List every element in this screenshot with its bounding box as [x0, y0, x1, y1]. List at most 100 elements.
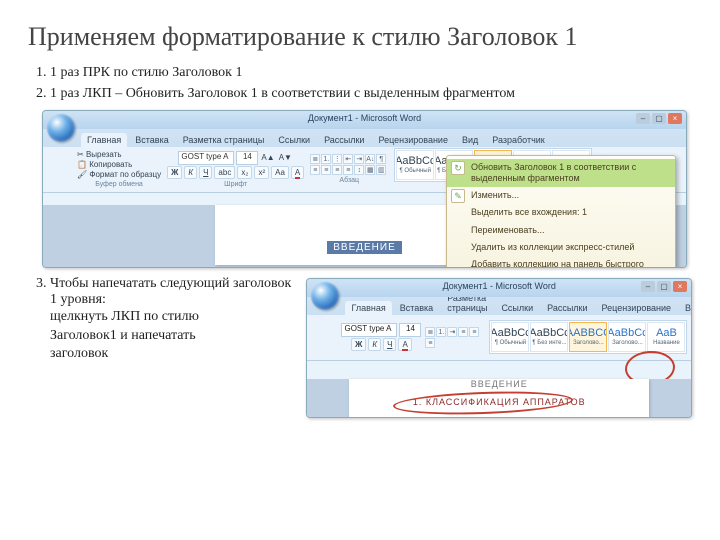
- subscript-button[interactable]: x₂: [237, 166, 252, 179]
- format-painter-button[interactable]: Формат по образцу: [77, 170, 161, 179]
- ribbon-tabs: Главная Вставка Разметка страницы Ссылки…: [307, 297, 691, 315]
- word-screenshot-1: Документ1 - Microsoft Word – ▢ × Главная…: [42, 110, 687, 268]
- cm-remove-quickstyle[interactable]: Удалить из коллекции экспресс-стилей: [447, 239, 675, 256]
- cm-select-all[interactable]: Выделить все вхождения: 1: [447, 204, 675, 221]
- bold-button[interactable]: Ж: [167, 166, 182, 179]
- tab-references[interactable]: Ссылки: [272, 133, 316, 147]
- highlight-button[interactable]: Aa: [271, 166, 289, 179]
- italic-button[interactable]: К: [184, 166, 197, 179]
- office-orb-icon[interactable]: [311, 282, 339, 310]
- font-name-selector[interactable]: GOST type A: [341, 323, 397, 337]
- close-button[interactable]: ×: [668, 113, 682, 124]
- document-area[interactable]: ВВЕДЕНИЕ 1. КЛАССИФИКАЦИЯ АППАРАТОВ: [307, 379, 691, 418]
- font-name-selector[interactable]: GOST type A: [178, 151, 234, 165]
- steps-list: 1 раз ПРК по стилю Заголовок 1 1 раз ЛКП…: [28, 64, 692, 104]
- line-spacing-icon[interactable]: ↕: [354, 165, 364, 175]
- tab-view[interactable]: Вид: [456, 133, 484, 147]
- multilevel-icon[interactable]: ⋮: [332, 154, 342, 164]
- minimize-button[interactable]: –: [636, 113, 650, 124]
- cut-button[interactable]: Вырезать: [77, 150, 161, 159]
- minimize-button[interactable]: –: [641, 281, 655, 292]
- align-center-icon[interactable]: ≡: [321, 165, 331, 175]
- cm-add-qat[interactable]: Добавить коллекцию на панель быстрого до…: [447, 256, 675, 268]
- numbering-icon[interactable]: 1.: [321, 154, 331, 164]
- office-orb-icon[interactable]: [47, 114, 75, 142]
- paragraph-group: ≣ 1. ⋮ ⇤ ⇥ A↓ ¶ ≡ ≡ ≡ ≡ ↕ ▦ ▥ Абзац: [310, 154, 388, 184]
- tab-view[interactable]: Вид: [679, 301, 692, 315]
- style-title[interactable]: AaBНазвание: [647, 322, 685, 352]
- align-left-icon[interactable]: ≡: [310, 165, 320, 175]
- tab-insert[interactable]: Вставка: [394, 301, 439, 315]
- italic-button[interactable]: К: [368, 338, 381, 351]
- font-color-button[interactable]: A: [398, 338, 411, 351]
- step-2: 1 раз ЛКП – Обновить Заголовок 1 в соотв…: [50, 85, 692, 104]
- cm-update-to-match[interactable]: ↻Обновить Заголовок 1 в соответствии с в…: [447, 159, 675, 188]
- align-right-icon[interactable]: ≡: [332, 165, 342, 175]
- style-heading2[interactable]: AaBbCcЗаголово...: [608, 322, 646, 352]
- align-icon[interactable]: ≡: [469, 327, 479, 337]
- tab-references[interactable]: Ссылки: [495, 301, 539, 315]
- sort-icon[interactable]: A↓: [365, 154, 375, 164]
- step-3: Чтобы напечатать следующий заголовок 1 у…: [50, 276, 692, 418]
- grow-font-icon[interactable]: A▲: [260, 153, 275, 162]
- indent-inc-icon[interactable]: ⇥: [354, 154, 364, 164]
- tab-insert[interactable]: Вставка: [129, 133, 174, 147]
- pilcrow-icon[interactable]: ¶: [376, 154, 386, 164]
- paragraph-group-label: Абзац: [339, 177, 359, 184]
- maximize-button[interactable]: ▢: [657, 281, 671, 292]
- style-nointerval[interactable]: AaBbCc¶ Без инте...: [530, 322, 568, 352]
- font-size-selector[interactable]: 14: [236, 151, 258, 165]
- style-normal[interactable]: AaBbCc¶ Обычный: [396, 150, 434, 180]
- underline-button[interactable]: Ч: [383, 338, 396, 351]
- tab-mailings[interactable]: Рассылки: [541, 301, 593, 315]
- justify-icon[interactable]: ≡: [343, 165, 353, 175]
- clipboard-group: Вырезать Копировать Формат по образцу Бу…: [77, 150, 161, 188]
- styles-gallery[interactable]: AaBbCc¶ Обычный AaBbCc¶ Без инте... AABB…: [489, 320, 687, 354]
- bullets-icon[interactable]: ≣: [310, 154, 320, 164]
- numbering-icon[interactable]: 1.: [436, 327, 446, 337]
- align-icon[interactable]: ≡: [458, 327, 468, 337]
- maximize-button[interactable]: ▢: [652, 113, 666, 124]
- doc2-heading1: ВВЕДЕНИЕ: [349, 379, 649, 389]
- font-size-selector[interactable]: 14: [399, 323, 421, 337]
- cm-rename[interactable]: Переименовать...: [447, 222, 675, 239]
- tab-mailings[interactable]: Рассылки: [318, 133, 370, 147]
- font-group-label: Шрифт: [224, 181, 247, 188]
- tab-developer[interactable]: Разработчик: [486, 133, 550, 147]
- steps-list-continued: Чтобы напечатать следующий заголовок 1 у…: [28, 276, 692, 418]
- window-title: Документ1 - Microsoft Word: [443, 281, 556, 291]
- bold-button[interactable]: Ж: [351, 338, 366, 351]
- document-page: ВВЕДЕНИЕ 1. КЛАССИФИКАЦИЯ АППАРАТОВ: [349, 379, 649, 418]
- pencil-icon: ✎: [451, 189, 465, 203]
- shrink-font-icon[interactable]: A▼: [278, 153, 293, 162]
- selected-heading-text: ВВЕДЕНИЕ: [327, 241, 402, 254]
- doc2-heading2: 1. КЛАССИФИКАЦИЯ АППАРАТОВ: [413, 397, 586, 407]
- word-screenshot-2: Документ1 - Microsoft Word – ▢ × Главная…: [306, 278, 692, 418]
- underline-button[interactable]: Ч: [199, 166, 212, 179]
- style-heading1[interactable]: AABBCCЗаголово...: [569, 322, 607, 352]
- step-3-lead: Чтобы напечатать следующий заголовок 1 у…: [50, 276, 291, 307]
- borders-icon[interactable]: ▥: [376, 165, 386, 175]
- tab-layout[interactable]: Разметка страницы: [177, 133, 271, 147]
- strike-button[interactable]: abc: [214, 166, 235, 179]
- tab-review[interactable]: Рецензирование: [372, 133, 454, 147]
- font-color-button[interactable]: A: [291, 166, 304, 179]
- indent-icon[interactable]: ⇥: [447, 327, 457, 337]
- superscript-button[interactable]: x²: [254, 166, 269, 179]
- copy-button[interactable]: Копировать: [77, 160, 161, 169]
- step-3-sub: щелкнуть ЛКП по стилю Заголовок1 и напеч…: [50, 308, 210, 365]
- ribbon-tabs: Главная Вставка Разметка страницы Ссылки…: [43, 129, 686, 147]
- bullets-icon[interactable]: ≣: [425, 327, 435, 337]
- cm-modify[interactable]: ✎Изменить...: [447, 187, 675, 204]
- window-titlebar: Документ1 - Microsoft Word – ▢ ×: [43, 111, 686, 129]
- ribbon: GOST type A 14 Ж К Ч A: [307, 315, 691, 361]
- refresh-icon: ↻: [451, 161, 465, 175]
- shading-icon[interactable]: ▦: [365, 165, 375, 175]
- close-button[interactable]: ×: [673, 281, 687, 292]
- tab-review[interactable]: Рецензирование: [596, 301, 678, 315]
- align-icon[interactable]: ≡: [425, 338, 435, 348]
- indent-dec-icon[interactable]: ⇤: [343, 154, 353, 164]
- style-normal[interactable]: AaBbCc¶ Обычный: [491, 322, 529, 352]
- tab-home[interactable]: Главная: [81, 133, 127, 147]
- tab-home[interactable]: Главная: [345, 301, 391, 315]
